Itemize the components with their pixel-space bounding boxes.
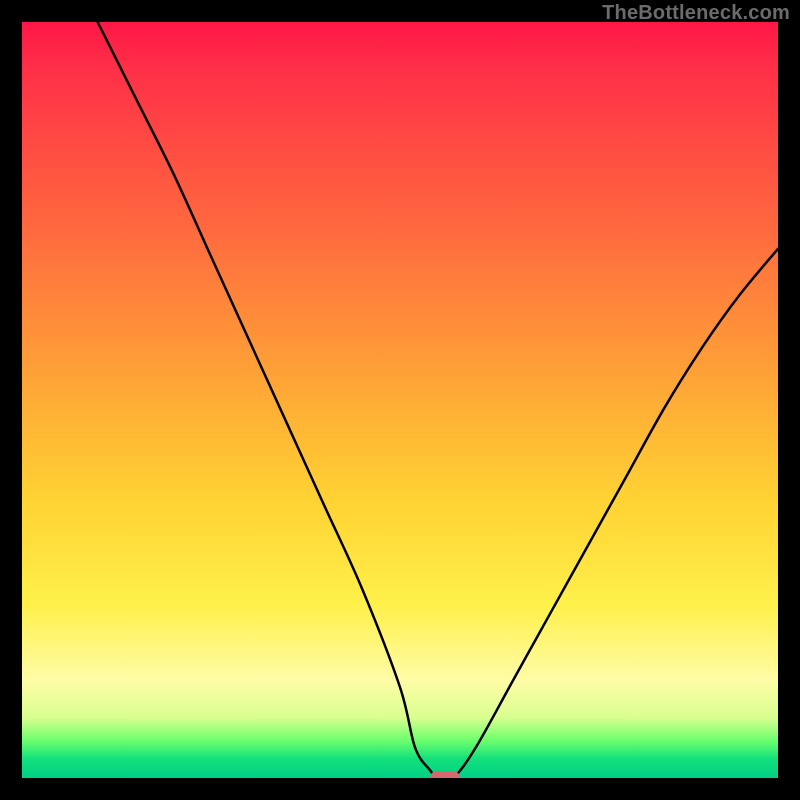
optimal-marker [430,771,460,778]
curve-path [98,22,778,778]
watermark-text: TheBottleneck.com [602,2,790,25]
chart-frame: TheBottleneck.com [0,0,800,800]
bottleneck-curve [22,22,778,778]
plot-area [22,22,778,778]
